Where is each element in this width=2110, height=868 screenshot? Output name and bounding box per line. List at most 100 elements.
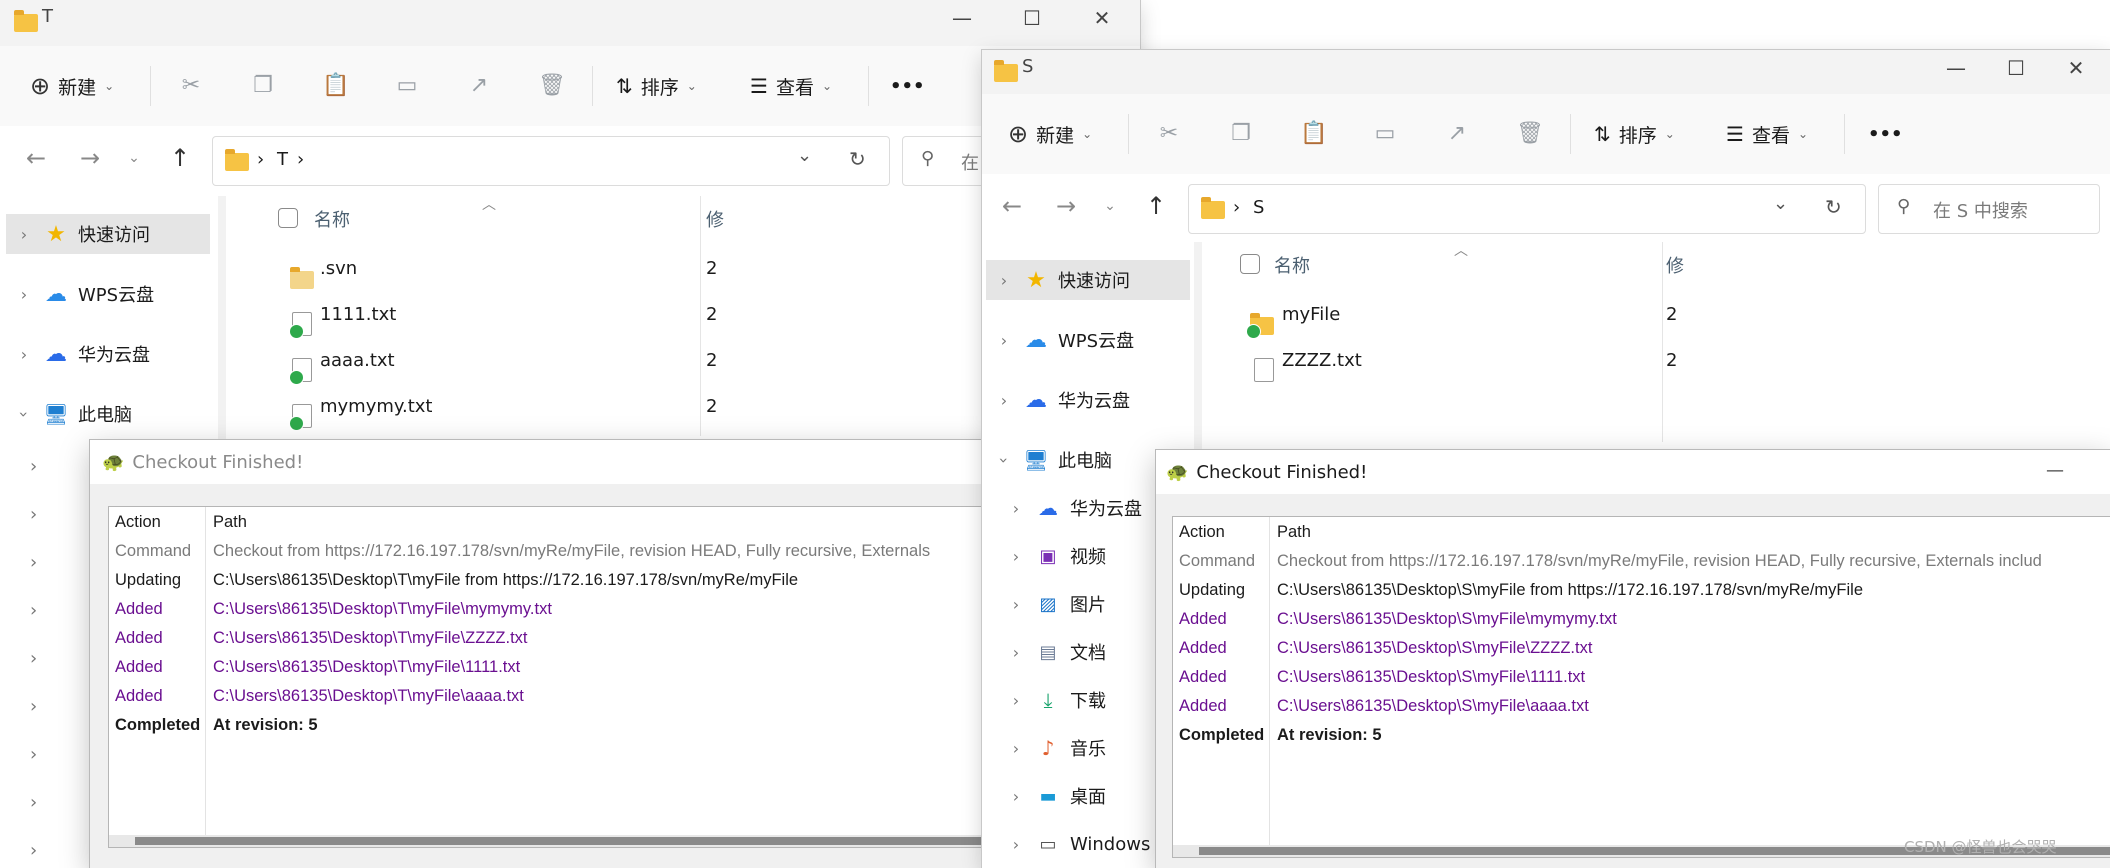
sidebar-item-music[interactable]: › ♪ 音乐	[998, 728, 1106, 768]
sort-button[interactable]: ⇅ 排序 ⌄	[616, 66, 697, 106]
chevron-down-icon[interactable]: ⌄	[1773, 193, 1788, 214]
up-arrow-icon[interactable]: ↑	[1138, 188, 1174, 224]
rename-icon[interactable]: ▭	[394, 73, 420, 99]
table-row[interactable]: Updating C:\Users\86135\Desktop\T\myFile…	[109, 567, 1120, 594]
back-arrow-icon[interactable]: ←	[994, 188, 1030, 224]
list-item[interactable]: 1111.txt 2	[232, 292, 732, 339]
table-row[interactable]: Added C:\Users\86135\Desktop\S\myFile\aa…	[1173, 693, 2110, 720]
forward-arrow-icon[interactable]: →	[72, 140, 108, 176]
horizontal-scrollbar[interactable]	[109, 835, 1120, 847]
scissors-icon[interactable]: ✂	[1156, 121, 1182, 147]
copy-icon[interactable]: ❐	[250, 73, 276, 99]
table-row[interactable]: Added C:\Users\86135\Desktop\S\myFile\11…	[1173, 664, 2110, 691]
copy-icon[interactable]: ❐	[1228, 121, 1254, 147]
dialog-title-bar[interactable]: 🐢 Checkout Finished!	[90, 440, 1120, 484]
column-header-partial[interactable]: 修	[1666, 252, 1684, 278]
rename-icon[interactable]: ▭	[1372, 121, 1398, 147]
sidebar-item-documents[interactable]: › ▤ 文档	[998, 632, 1106, 672]
checkout-log-list[interactable]: Action Path Command Checkout from https:…	[108, 506, 1120, 848]
table-row[interactable]: Command Checkout from https://172.16.197…	[109, 538, 1120, 565]
title-bar[interactable]: T — ☐ ✕	[0, 0, 1140, 46]
chevron-down-icon: ⌄	[1082, 127, 1093, 141]
new-button[interactable]: ⊕ 新建 ⌄	[1008, 114, 1092, 154]
sort-icon: ⇅	[1594, 122, 1611, 146]
share-icon[interactable]: ↗	[466, 73, 492, 99]
search-box[interactable]: ⚲ 在 S 中搜索	[1878, 184, 2100, 234]
dialog-title-bar[interactable]: 🐢 Checkout Finished! —	[1156, 450, 2110, 494]
scrollbar-thumb[interactable]	[135, 837, 1120, 845]
table-row[interactable]: Added C:\Users\86135\Desktop\T\myFile\11…	[109, 654, 1120, 681]
chevron-down-icon[interactable]: ⌄	[797, 145, 812, 166]
list-item[interactable]: aaaa.txt 2	[232, 338, 732, 385]
sidebar-item-videos[interactable]: › ▣ 视频	[998, 536, 1106, 576]
share-icon[interactable]: ↗	[1444, 121, 1470, 147]
table-row[interactable]: Added C:\Users\86135\Desktop\T\myFile\ZZ…	[109, 625, 1120, 652]
crumb-folder[interactable]: T	[277, 149, 288, 170]
minimize-button[interactable]: —	[2046, 460, 2064, 481]
up-arrow-icon[interactable]: ↑	[162, 140, 198, 176]
title-bar[interactable]: S — ☐ ✕	[982, 50, 2110, 94]
table-row[interactable]: Added C:\Users\86135\Desktop\S\myFile\my…	[1173, 606, 2110, 633]
sidebar-item-desktop[interactable]: › ▬ 桌面	[998, 776, 1106, 816]
trash-icon[interactable]: 🗑	[1516, 121, 1544, 147]
checkout-log-list[interactable]: Action Path Command Checkout from https:…	[1172, 516, 2110, 858]
sort-caret-icon: ︿	[482, 197, 496, 213]
maximize-button[interactable]: ☐	[1986, 50, 2046, 86]
sidebar-item-huawei-drive[interactable]: › ☁ 华为云盘	[998, 488, 1142, 528]
recent-chevron-icon[interactable]: ⌄	[116, 140, 152, 176]
sidebar-item-this-pc[interactable]: › 🖥 此电脑	[6, 394, 133, 434]
select-all-checkbox[interactable]	[278, 208, 298, 228]
address-bar[interactable]: › S ⌄ ↻	[1188, 184, 1866, 234]
command-bar: ⊕ 新建 ⌄ ✂ ❐ 📋 ▭ ↗ 🗑 ⇅ 排序 ⌄ ☰ 查看 ⌄ •••	[982, 94, 2110, 174]
select-all-checkbox[interactable]	[1240, 254, 1260, 274]
column-header-partial[interactable]: 修	[706, 206, 724, 232]
table-row[interactable]: Completed At revision: 5	[1173, 722, 2110, 749]
column-header-name[interactable]: 名称	[1274, 252, 1310, 278]
trash-icon[interactable]: 🗑	[538, 73, 566, 99]
back-arrow-icon[interactable]: ←	[18, 140, 54, 176]
sidebar-item-huawei[interactable]: › ☁ 华为云盘	[986, 380, 1130, 420]
paste-icon[interactable]: 📋	[1300, 121, 1327, 147]
table-row[interactable]: Completed At revision: 5	[109, 712, 1120, 739]
list-item[interactable]: .svn 2	[232, 246, 732, 290]
sidebar-item-this-pc[interactable]: › 🖥 此电脑	[986, 440, 1113, 480]
list-item[interactable]: myFile 2	[1210, 292, 1690, 339]
list-item[interactable]: ZZZZ.txt 2	[1210, 338, 1690, 382]
close-button[interactable]: ✕	[2046, 50, 2106, 86]
refresh-icon[interactable]: ↻	[1825, 195, 1842, 219]
sidebar-item-downloads[interactable]: › ⤓ 下载	[998, 680, 1106, 720]
sidebar-item-wps[interactable]: › ☁ WPS云盘	[986, 320, 1134, 360]
minimize-button[interactable]: —	[1926, 50, 1986, 86]
sidebar-item-wps[interactable]: › ☁ WPS云盘	[6, 274, 154, 314]
scissors-icon[interactable]: ✂	[178, 73, 204, 99]
table-row[interactable]: Command Checkout from https://172.16.197…	[1173, 548, 2110, 575]
address-bar[interactable]: › T › ⌄ ↻	[212, 136, 890, 186]
sidebar-item-windows-drive[interactable]: › ▭ Windows (	[998, 824, 1163, 864]
sort-button[interactable]: ⇅ 排序 ⌄	[1594, 114, 1675, 154]
maximize-button[interactable]: ☐	[1002, 0, 1062, 36]
minimize-button[interactable]: —	[932, 0, 992, 36]
view-button[interactable]: ☰ 查看 ⌄	[750, 66, 832, 106]
table-row[interactable]: Added C:\Users\86135\Desktop\T\myFile\my…	[109, 596, 1120, 623]
paste-icon[interactable]: 📋	[322, 73, 349, 99]
forward-arrow-icon[interactable]: →	[1048, 188, 1084, 224]
table-row[interactable]: Added C:\Users\86135\Desktop\S\myFile\ZZ…	[1173, 635, 2110, 662]
table-row[interactable]: Added C:\Users\86135\Desktop\T\myFile\aa…	[109, 683, 1120, 710]
sidebar-item-huawei[interactable]: › ☁ 华为云盘	[6, 334, 150, 374]
refresh-icon[interactable]: ↻	[849, 147, 866, 171]
recent-chevron-icon[interactable]: ⌄	[1092, 188, 1128, 224]
sidebar-item-quick-access[interactable]: › ★ 快速访问	[986, 260, 1190, 300]
more-button[interactable]: •••	[890, 66, 925, 106]
new-button[interactable]: ⊕ 新建 ⌄	[30, 66, 114, 106]
list-item[interactable]: mymymy.txt 2	[232, 384, 732, 431]
view-button[interactable]: ☰ 查看 ⌄	[1726, 114, 1808, 154]
chevron-right-icon: ›	[30, 600, 38, 621]
more-button[interactable]: •••	[1868, 114, 1903, 154]
close-button[interactable]: ✕	[1072, 0, 1132, 36]
crumb-folder[interactable]: S	[1253, 197, 1264, 218]
column-header-name[interactable]: 名称	[314, 206, 350, 232]
sidebar-item-quick-access[interactable]: › ★ 快速访问	[6, 214, 210, 254]
sidebar-item-pictures[interactable]: › ▨ 图片	[998, 584, 1106, 624]
table-row[interactable]: Updating C:\Users\86135\Desktop\S\myFile…	[1173, 577, 2110, 604]
cloud-icon: ☁	[1025, 387, 1047, 413]
